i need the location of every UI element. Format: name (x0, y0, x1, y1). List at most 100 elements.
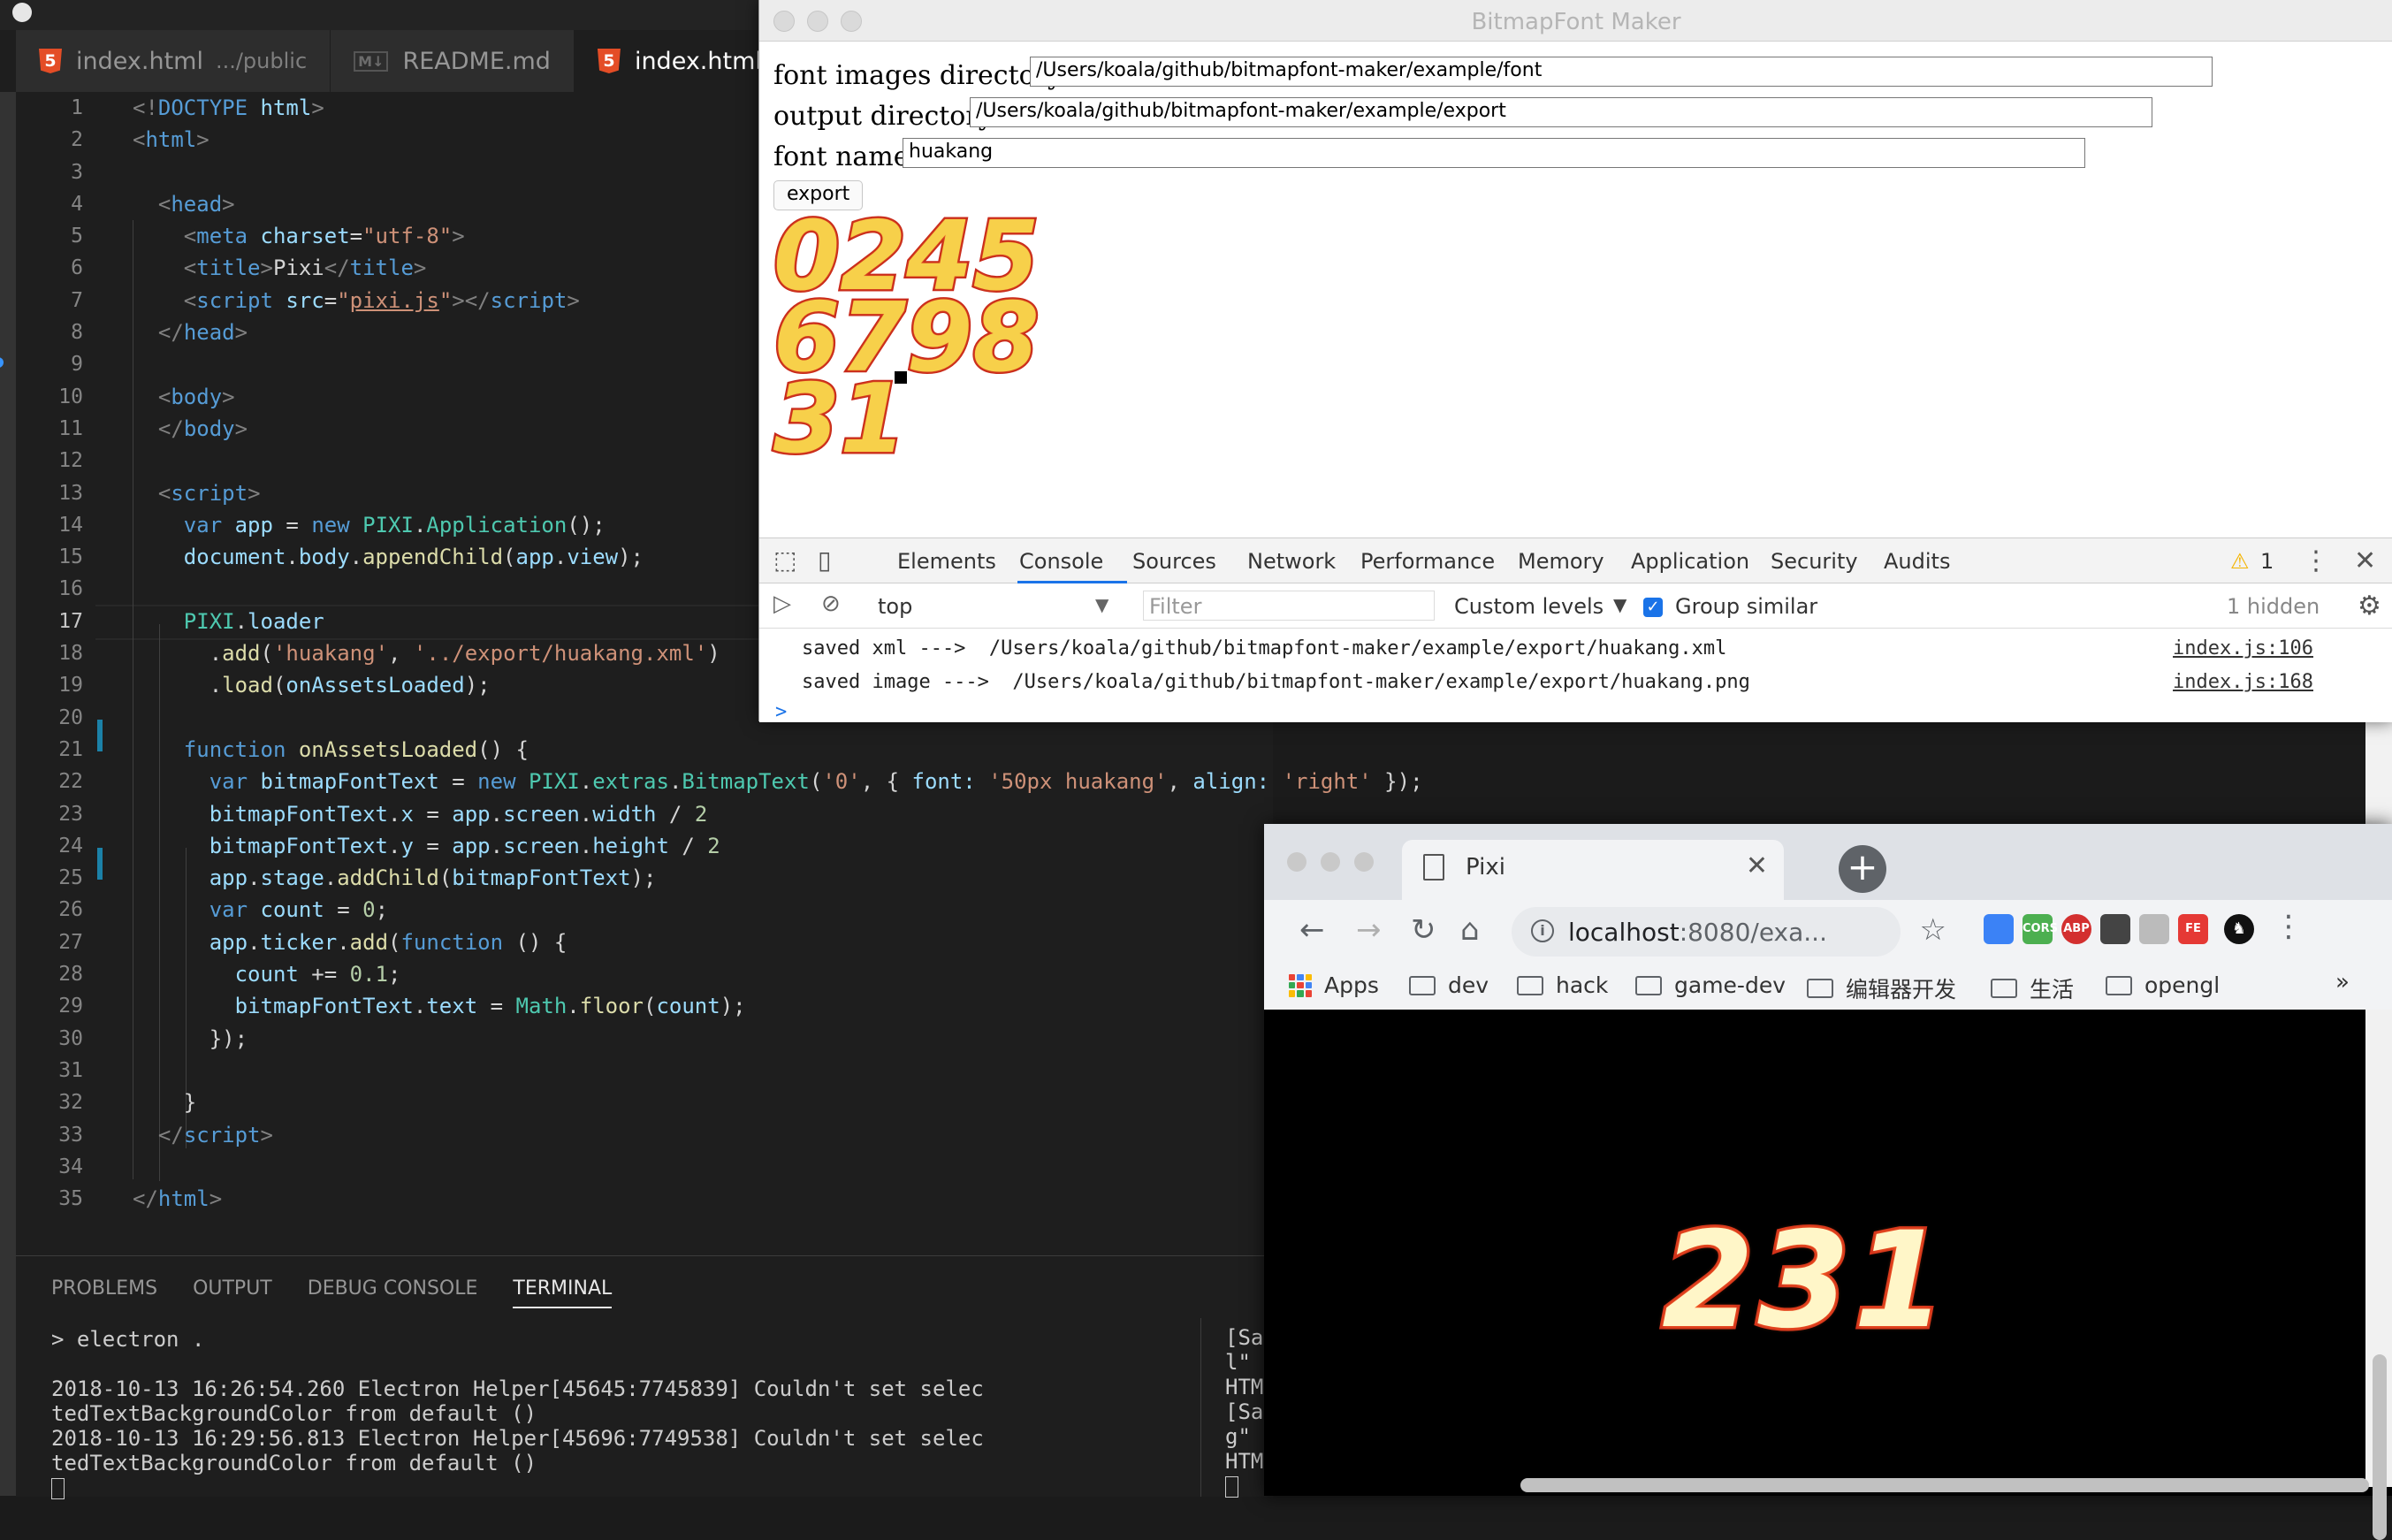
code-line: count += 0.1; (234, 962, 401, 987)
clear-console-icon[interactable]: ⊘ (821, 591, 841, 617)
code-line: bitmapFontText.text = Math.floor(count); (234, 994, 746, 1019)
code-line: </script> (157, 1122, 273, 1147)
device-toolbar-icon[interactable]: ▯ (818, 545, 831, 575)
editor-tab-readme[interactable]: M↓ README.md (331, 30, 575, 92)
tab-debug-console[interactable]: DEBUG CONSOLE (308, 1277, 478, 1308)
address-bar[interactable]: i localhost:8080/exa... ☆ (1512, 907, 1946, 957)
glyph-row: 31 (771, 364, 908, 475)
line-number: 9 (71, 353, 83, 377)
tab-console[interactable]: Console (1019, 549, 1103, 574)
console-toolbar: ▷ ⊘ top ▼ Filter Custom levels ▼ ✓ Group… (759, 583, 2392, 629)
bookmark-folder-game-dev[interactable]: game-dev (1635, 972, 1786, 998)
tab-problems[interactable]: PROBLEMS (51, 1277, 157, 1308)
chrome-menu-icon[interactable]: ⋮ (2274, 909, 2304, 944)
font-dir-input[interactable]: /Users/koala/github/bitmapfont-maker/exa… (1030, 57, 2213, 87)
output-dir-input[interactable]: /Users/koala/github/bitmapfont-maker/exa… (970, 97, 2152, 127)
home-icon[interactable]: ⌂ (1460, 912, 1480, 948)
editor-tab-index-active[interactable]: 5 index.html (574, 30, 786, 92)
browser-tab[interactable]: Pixi ✕ (1402, 840, 1784, 900)
folder-icon (2106, 975, 2132, 995)
tab-elements[interactable]: Elements (897, 549, 996, 574)
bookmark-folder-opengl[interactable]: opengl (2106, 972, 2220, 998)
horizontal-scrollbar[interactable] (1520, 1478, 2369, 1492)
inspect-element-icon[interactable]: ⬚ (773, 545, 796, 575)
context-dropdown-icon[interactable]: ▼ (1095, 594, 1108, 615)
console-settings-icon[interactable]: ⚙ (2358, 591, 2381, 621)
tab-security[interactable]: Security (1771, 549, 1858, 574)
font-name-label: font name: (773, 141, 918, 172)
font-dir-label: font images directory: (773, 60, 1072, 91)
chrome-tab-strip: Pixi ✕ + (1264, 824, 2392, 900)
code-line: bitmapFontText.x = app.screen.width / 2 (209, 801, 708, 827)
tab-network[interactable]: Network (1247, 549, 1336, 574)
chrome-toolbar: ← → ↻ ⌂ i localhost:8080/exa... ☆ CORS A… (1264, 900, 2392, 962)
bookmark-folder-life[interactable]: 生活 (1991, 972, 2074, 1004)
bookmarks-overflow-icon[interactable]: » (2335, 969, 2350, 995)
terminal-output[interactable]: > electron . 2018-10-13 16:26:54.260 Elec… (51, 1327, 984, 1500)
tab-terminal[interactable]: TERMINAL (513, 1277, 613, 1308)
terminal-line: tedTextBackgroundColor from default () (51, 1451, 537, 1475)
reload-icon[interactable]: ↻ (1411, 912, 1436, 948)
console-prompt[interactable]: > (775, 701, 787, 723)
minimize-window-button[interactable] (1321, 852, 1340, 872)
group-similar-checkbox[interactable]: ✓ (1643, 594, 1663, 619)
bookmark-star-icon[interactable]: ☆ (1920, 912, 1946, 948)
glyph-preview: 0245 6798 31 (771, 206, 1065, 470)
scrollbar-thumb[interactable] (2373, 1354, 2387, 1540)
adblock-plus-icon[interactable]: ABP (2061, 914, 2091, 944)
zoom-window-button[interactable] (1354, 852, 1374, 872)
tab-audits[interactable]: Audits (1884, 549, 1950, 574)
blue-extension-icon[interactable] (1984, 914, 2014, 944)
tab-application[interactable]: Application (1631, 549, 1749, 574)
site-info-icon[interactable]: i (1531, 919, 1554, 942)
folder-icon (1635, 975, 1662, 995)
close-window-button[interactable] (1287, 852, 1306, 872)
line-number: 13 (58, 481, 83, 505)
people-extension-icon[interactable] (2139, 914, 2169, 944)
line-number: 30 (58, 1026, 83, 1050)
levels-dropdown-icon[interactable]: ▼ (1613, 594, 1626, 615)
window-control-dot[interactable] (12, 3, 32, 22)
cors-extension-icon[interactable]: CORS (2023, 914, 2058, 944)
bookmark-folder-hack[interactable]: hack (1517, 972, 1608, 998)
tab-output[interactable]: OUTPUT (193, 1277, 272, 1308)
back-arrow-icon[interactable]: ← (1299, 912, 1325, 948)
warning-icon[interactable]: ⚠ (2230, 549, 2250, 574)
close-tab-icon[interactable]: ✕ (1746, 850, 1768, 881)
console-log-source[interactable]: index.js:168 (2173, 671, 2313, 693)
chrome-window: Pixi ✕ + ← → ↻ ⌂ i localhost:8080/exa...… (1264, 824, 2392, 1540)
sidebar-toggle-icon[interactable]: ▷ (773, 591, 791, 617)
bookmark-apps[interactable]: Apps (1289, 972, 1379, 998)
log-levels-select[interactable]: Custom levels (1454, 594, 1604, 619)
line-number: 24 (58, 834, 83, 858)
terminal-split-divider[interactable] (1200, 1318, 1201, 1497)
terminal-split-output[interactable]: [Sa l" HTM [Sa g" HTM (1225, 1325, 1263, 1498)
bookmark-folder-dev[interactable]: dev (1409, 972, 1489, 998)
tab-performance[interactable]: Performance (1360, 549, 1495, 574)
pixi-canvas[interactable]: 231 (1264, 1010, 2365, 1487)
context-select[interactable]: top (878, 594, 912, 619)
more-menu-icon[interactable]: ⋮ (2303, 545, 2329, 576)
font-name-input[interactable]: huakang (903, 138, 2085, 168)
incognito-extension-icon[interactable] (2100, 914, 2130, 944)
console-log-source[interactable]: index.js:106 (2173, 637, 2313, 659)
editor-tab-index-public[interactable]: 5 index.html .../public (16, 30, 331, 92)
line-number: 4 (71, 192, 83, 216)
fe-helper-icon[interactable]: FE (2178, 914, 2208, 944)
line-number: 14 (58, 513, 83, 537)
new-tab-button[interactable]: + (1839, 845, 1886, 893)
bookmark-label: hack (1556, 972, 1609, 998)
forward-arrow-icon[interactable]: → (1356, 912, 1382, 948)
line-number: 5 (71, 225, 83, 248)
console-filter-input[interactable]: Filter (1143, 591, 1435, 621)
profile-avatar[interactable]: ♞ (2224, 914, 2254, 944)
html5-icon: 5 (597, 49, 621, 73)
window-titlebar[interactable]: BitmapFont Maker (759, 0, 2392, 42)
tab-sources[interactable]: Sources (1132, 549, 1216, 574)
line-number: 26 (58, 898, 83, 922)
close-devtools-icon[interactable]: ✕ (2354, 545, 2376, 576)
line-number: 11 (58, 416, 83, 440)
bookmark-folder-editor-dev[interactable]: 编辑器开发 (1807, 972, 1956, 1004)
vertical-scrollbar[interactable] (2365, 1010, 2392, 1540)
tab-memory[interactable]: Memory (1518, 549, 1604, 574)
